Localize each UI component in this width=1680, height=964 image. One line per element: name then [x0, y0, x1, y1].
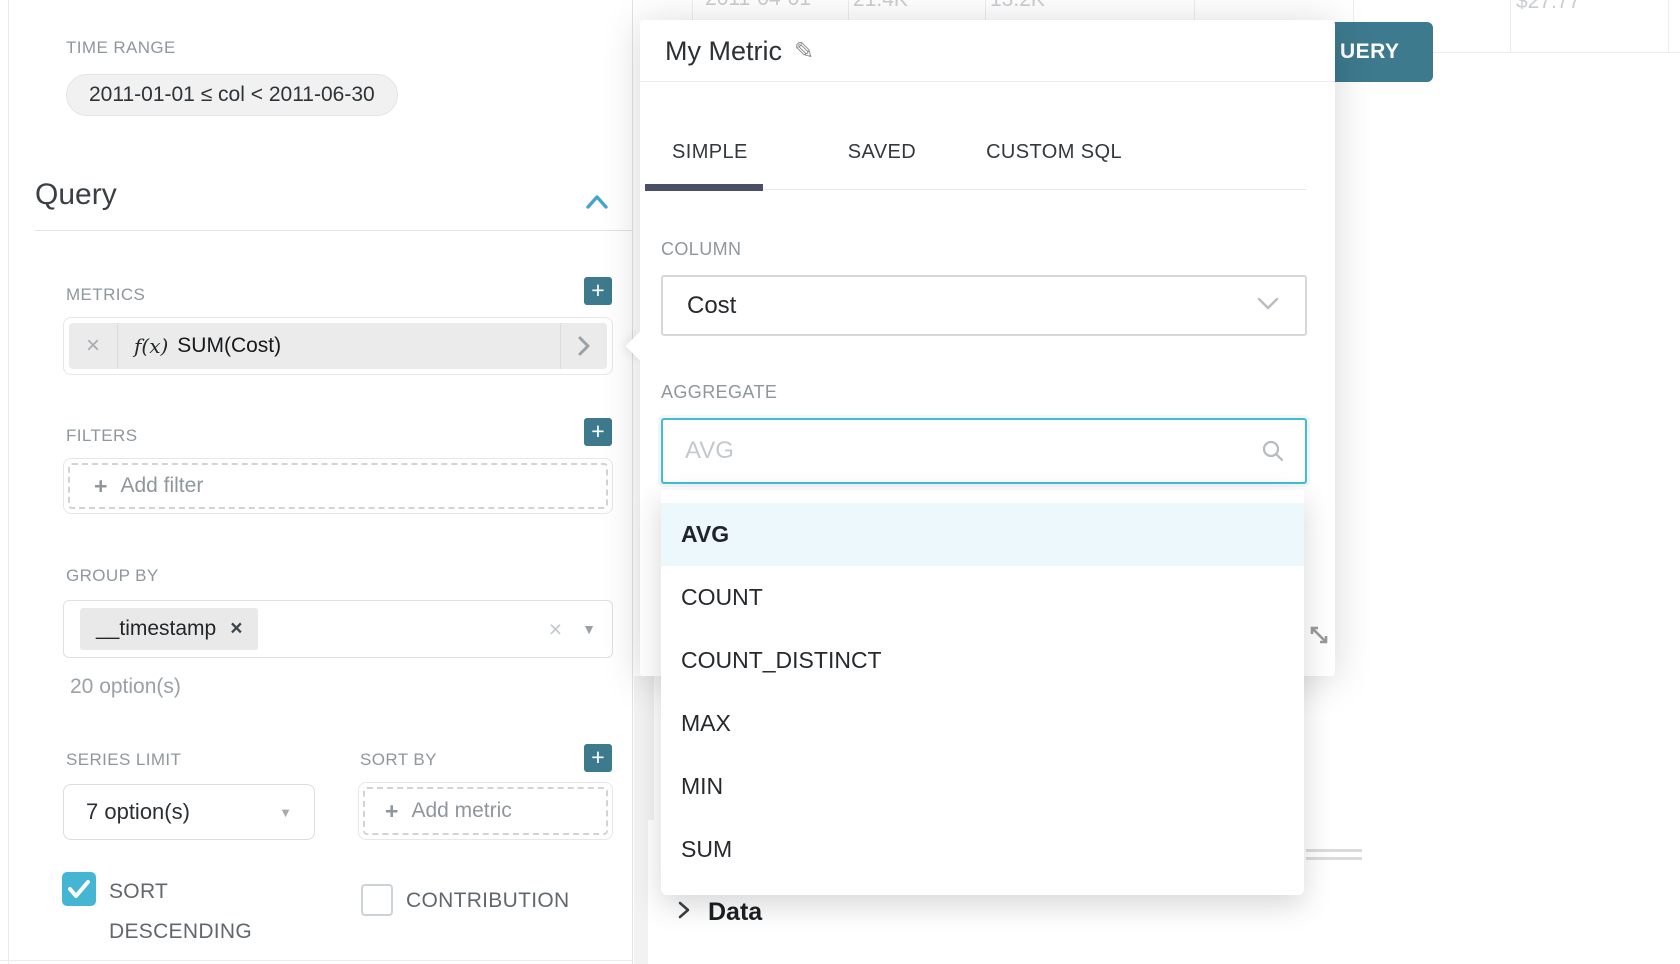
- add-sort-metric-placeholder: Add metric: [411, 799, 511, 823]
- section-divider: [35, 230, 632, 231]
- bg-table-cell-v1: 21.4K: [853, 0, 908, 12]
- add-metric-plus-button[interactable]: +: [584, 277, 612, 305]
- column-select[interactable]: Cost: [661, 275, 1307, 336]
- clear-select-icon[interactable]: ×: [549, 616, 562, 643]
- bg-table-border: [692, 0, 693, 20]
- plus-icon: +: [385, 798, 398, 825]
- aggregate-field: [661, 418, 1307, 484]
- caret-down-icon: ▼: [279, 805, 292, 820]
- plus-icon: +: [591, 277, 604, 303]
- group-by-select[interactable]: __timestamp × × ▼: [63, 600, 613, 658]
- add-filter-placeholder: Add filter: [120, 474, 203, 498]
- group-by-label: GROUP BY: [66, 566, 159, 586]
- aggregate-label: AGGREGATE: [661, 382, 777, 403]
- edit-pencil-icon[interactable]: ✎: [794, 37, 814, 66]
- bg-table-border: [1510, 0, 1511, 52]
- control-panel: TIME RANGE 2011-01-01 ≤ col < 2011-06-30…: [0, 0, 633, 964]
- collapse-section-button[interactable]: [582, 190, 612, 214]
- aggregate-input[interactable]: [661, 418, 1307, 484]
- sort-descending-checkbox[interactable]: [62, 872, 96, 906]
- remove-tag-icon[interactable]: ×: [230, 617, 242, 641]
- metric-tabs: SIMPLE SAVED CUSTOM SQL: [645, 120, 1149, 184]
- explore-view: { "icons": { "pencil": "✎", "plus": "+",…: [0, 0, 1680, 964]
- pane-drag-handle[interactable]: [1306, 849, 1362, 852]
- query-section-title: Query: [35, 178, 117, 212]
- sort-by-container: + Add metric: [358, 782, 613, 840]
- metrics-container: × f(x) SUM(Cost): [63, 317, 613, 375]
- function-icon: f(x): [134, 334, 168, 358]
- aggregate-option-sum[interactable]: SUM: [661, 818, 1304, 881]
- chevron-right-icon[interactable]: [561, 335, 607, 357]
- data-panel-title: Data: [708, 898, 762, 927]
- series-limit-select[interactable]: 7 option(s) ▼: [63, 784, 315, 840]
- metrics-label: METRICS: [66, 285, 145, 305]
- column-label: COLUMN: [661, 239, 741, 260]
- panel-bottom-rule: [0, 960, 633, 961]
- aggregate-option-min[interactable]: MIN: [661, 755, 1304, 818]
- aggregate-option-count-distinct[interactable]: COUNT_DISTINCT: [661, 629, 1304, 692]
- time-range-pill[interactable]: 2011-01-01 ≤ col < 2011-06-30: [66, 74, 398, 116]
- plus-icon: +: [591, 744, 604, 770]
- chevron-right-icon: [676, 899, 692, 926]
- bg-table-border: [1194, 0, 1195, 20]
- bg-table-border: [1668, 0, 1669, 52]
- time-range-label: TIME RANGE: [66, 38, 176, 58]
- metric-name: SUM(Cost): [177, 334, 281, 358]
- bg-table-cell-v3: $27.77: [1516, 0, 1580, 14]
- add-filter-dropzone[interactable]: + Add filter: [68, 463, 608, 509]
- group-by-tag-value: __timestamp: [96, 617, 216, 641]
- aggregate-dropdown-menu: AVG COUNT COUNT_DISTINCT MAX MIN SUM: [661, 490, 1304, 895]
- popover-header-divider: [640, 81, 1335, 82]
- active-tab-indicator: [645, 184, 763, 191]
- tab-custom-sql[interactable]: CUSTOM SQL: [959, 141, 1149, 164]
- column-value: Cost: [687, 292, 736, 320]
- tab-saved[interactable]: SAVED: [821, 141, 943, 164]
- popover-header: My Metric ✎: [665, 36, 814, 67]
- plus-icon: +: [94, 473, 107, 500]
- time-range-value: 2011-01-01 ≤ col < 2011-06-30: [89, 83, 375, 107]
- series-limit-label: SERIES LIMIT: [66, 750, 181, 770]
- caret-down-icon[interactable]: ▼: [582, 621, 596, 637]
- add-sort-metric-dropzone[interactable]: + Add metric: [363, 787, 608, 835]
- run-query-label: UERY: [1340, 40, 1400, 64]
- check-icon: [62, 872, 96, 906]
- filters-container: + Add filter: [63, 458, 613, 514]
- filters-label: FILTERS: [66, 426, 137, 446]
- search-icon: [1261, 439, 1285, 468]
- contribution-label: CONTRIBUTION: [406, 884, 569, 918]
- chevron-down-icon: [1255, 294, 1281, 317]
- metric-pill[interactable]: × f(x) SUM(Cost): [69, 323, 607, 369]
- contribution-checkbox[interactable]: [361, 884, 393, 916]
- contribution-control: CONTRIBUTION: [361, 884, 569, 918]
- bg-table-cell-v2: 13.2K: [990, 0, 1045, 12]
- group-by-options-hint: 20 option(s): [70, 675, 181, 699]
- divider: [117, 323, 118, 369]
- remove-metric-icon[interactable]: ×: [69, 332, 117, 360]
- aggregate-option-avg[interactable]: AVG: [661, 503, 1304, 566]
- panel-left-rule: [8, 0, 9, 964]
- data-panel-header[interactable]: Data: [676, 898, 762, 927]
- bg-table-border: [848, 0, 849, 20]
- metric-title: My Metric: [665, 36, 782, 67]
- add-filter-plus-button[interactable]: +: [584, 418, 612, 446]
- sort-by-label: SORT BY: [360, 750, 437, 770]
- tab-simple[interactable]: SIMPLE: [645, 141, 775, 164]
- resize-popover-icon[interactable]: [1306, 622, 1332, 653]
- aggregate-option-count[interactable]: COUNT: [661, 566, 1304, 629]
- plus-icon: +: [591, 418, 604, 444]
- group-by-tag: __timestamp ×: [80, 608, 258, 650]
- chevron-up-icon: [582, 190, 612, 214]
- series-limit-value: 7 option(s): [86, 799, 190, 825]
- aggregate-option-max[interactable]: MAX: [661, 692, 1304, 755]
- add-sort-metric-plus-button[interactable]: +: [584, 744, 612, 772]
- pane-drag-handle[interactable]: [1306, 857, 1362, 860]
- sort-descending-label: SORT DESCENDING: [109, 872, 259, 952]
- bg-table-border: [985, 0, 986, 20]
- sort-descending-control: SORT DESCENDING: [62, 872, 272, 952]
